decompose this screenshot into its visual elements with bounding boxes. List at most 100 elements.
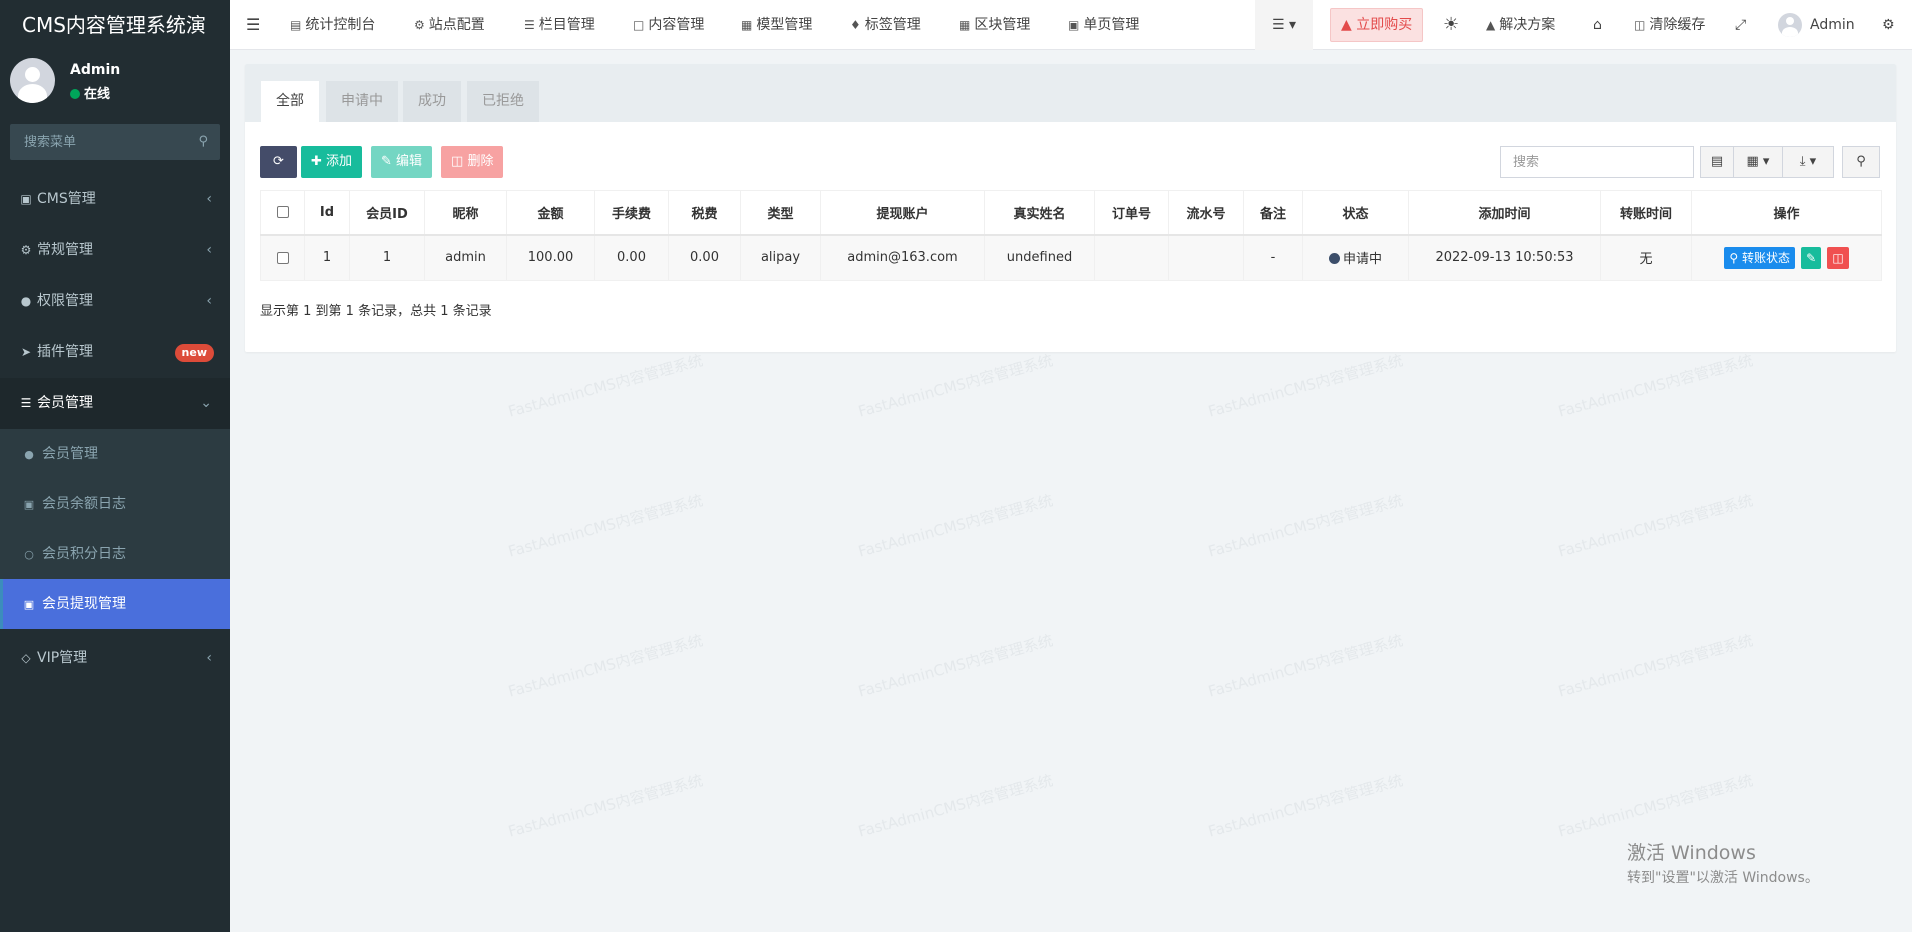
col-memo[interactable]: 备注 (1243, 190, 1303, 236)
col-nickname[interactable]: 昵称 (424, 190, 507, 236)
row-edit-button[interactable]: ✎ (1801, 246, 1822, 269)
cell-member-id[interactable]: 1 (349, 234, 425, 281)
cogs-icon: ⚙ (414, 18, 425, 32)
users-icon: ● (20, 294, 32, 308)
col-transfer-time[interactable]: 转账时间 (1600, 190, 1692, 236)
col-fee[interactable]: 手续费 (594, 190, 669, 236)
sidebar-sub-member-list[interactable]: ● 会员管理 (0, 429, 230, 479)
user-status: 在线 (70, 83, 110, 102)
filter-tabs: 全部 申请中 成功 已拒绝 (245, 64, 1896, 122)
tab-pending[interactable]: 申请中 (326, 81, 398, 122)
file-icon: ▣ (1068, 18, 1080, 32)
sidebar-item-addons[interactable]: ➤ 插件管理 new (0, 327, 230, 378)
plus-icon: ✚ (311, 154, 322, 169)
cell-account[interactable]: admin@163.com (820, 234, 985, 281)
cogs-icon: ⚙ (20, 243, 32, 257)
list-icon: ☰ (20, 396, 32, 410)
columns-dropdown-icon[interactable]: ▦ ▾ (1733, 146, 1783, 178)
watermark: FastAdminCMS内容管理系统 (856, 771, 1055, 841)
avatar (10, 58, 55, 103)
user-name: Admin (70, 62, 121, 78)
sidebar-item-general[interactable]: ⚙ 常规管理 ‹ (0, 225, 230, 276)
delete-button[interactable]: ◫ 删除 (441, 146, 504, 178)
settings-icon[interactable]: ⚙ (1882, 0, 1895, 50)
nav-page[interactable]: ▣ 单页管理 (1068, 0, 1139, 50)
col-id[interactable]: Id (304, 190, 350, 236)
home-icon[interactable]: ⌂ (1593, 0, 1602, 50)
cell-amount[interactable]: 100.00 (506, 234, 595, 281)
edit-button[interactable]: ✎ 编辑 (371, 146, 433, 178)
search-icon: ⚲ (1729, 250, 1739, 265)
nav-tags[interactable]: ♦ 标签管理 (850, 0, 921, 50)
refresh-button[interactable]: ⟳ (260, 146, 297, 178)
fullscreen-icon[interactable]: ⤢ (1735, 0, 1746, 50)
theme-toggle-icon[interactable]: ☀ (1443, 0, 1459, 50)
sidebar-sub-score-log[interactable]: ○ 会员积分日志 (0, 529, 230, 579)
sidebar-item-vip[interactable]: ◇ VIP管理 ‹ (0, 633, 230, 684)
col-real-name[interactable]: 真实姓名 (984, 190, 1095, 236)
watermark: FastAdminCMS内容管理系统 (506, 771, 705, 841)
cell-serial-no (1168, 234, 1244, 281)
select-all-checkbox[interactable] (276, 206, 289, 219)
sidebar-sub-withdraw[interactable]: ▣ 会员提现管理 (0, 579, 230, 629)
search-icon[interactable]: ⚲ (1842, 146, 1880, 178)
search-icon[interactable]: ⚲ (198, 134, 208, 149)
add-button[interactable]: ✚ 添加 (301, 146, 363, 178)
col-type[interactable]: 类型 (740, 190, 821, 236)
col-order-no[interactable]: 订单号 (1094, 190, 1169, 236)
nav-content[interactable]: □ 内容管理 (633, 0, 704, 50)
nav-solutions[interactable]: ▲ 解决方案 (1486, 0, 1555, 50)
watermark: FastAdminCMS内容管理系统 (506, 631, 705, 701)
tab-rejected[interactable]: 已拒绝 (467, 81, 539, 122)
menu-search-input[interactable] (10, 124, 220, 160)
watermark: FastAdminCMS内容管理系统 (506, 491, 705, 561)
export-dropdown-icon[interactable]: ⤓ ▾ (1782, 146, 1834, 178)
sidebar-toggle-icon[interactable]: ☰ (246, 0, 260, 50)
more-menu-icon[interactable]: ☰ ▾ (1255, 0, 1313, 50)
col-account[interactable]: 提现账户 (820, 190, 985, 236)
nav-channel[interactable]: ☰ 栏目管理 (524, 0, 595, 50)
sidebar-item-auth[interactable]: ● 权限管理 ‹ (0, 276, 230, 327)
sidebar-item-members[interactable]: ☰ 会员管理 ⌄ (0, 378, 230, 429)
cell-fee[interactable]: 0.00 (594, 234, 669, 281)
admin-menu[interactable]: Admin (1778, 0, 1855, 50)
col-tax[interactable]: 税费 (668, 190, 741, 236)
trash-icon: ◫ (1634, 18, 1646, 32)
list-icon: ☰ (524, 18, 535, 32)
members-submenu: ● 会员管理 ▣ 会员余额日志 ○ 会员积分日志 ▣ 会员提现管理 (0, 429, 230, 629)
col-status[interactable]: 状态 (1302, 190, 1409, 236)
col-serial-no[interactable]: 流水号 (1168, 190, 1244, 236)
table-search-input[interactable] (1501, 147, 1693, 177)
nav-site-config[interactable]: ⚙ 站点配置 (414, 0, 485, 50)
row-delete-button[interactable]: ◫ (1827, 246, 1849, 269)
nav-block[interactable]: ▦ 区块管理 (959, 0, 1030, 50)
toggle-view-icon[interactable]: ▤ (1700, 146, 1734, 178)
new-badge: new (174, 344, 214, 362)
watermark: FastAdminCMS内容管理系统 (856, 351, 1055, 421)
col-amount[interactable]: 金额 (506, 190, 595, 236)
cell-real-name[interactable]: undefined (984, 234, 1095, 281)
chevron-down-icon: ⌄ (200, 395, 212, 411)
transfer-status-button[interactable]: ⚲ 转账状态 (1724, 246, 1795, 269)
row-checkbox[interactable] (276, 251, 289, 264)
col-member-id[interactable]: 会员ID (349, 190, 425, 236)
cell-status[interactable]: 申请中 (1302, 234, 1409, 281)
diamond-icon: ◇ (21, 651, 31, 665)
col-added[interactable]: 添加时间 (1408, 190, 1601, 236)
nav-dashboard[interactable]: ▤ 统计控制台 (290, 0, 375, 50)
tab-all[interactable]: 全部 (261, 81, 319, 122)
nav-clear-cache[interactable]: ◫ 清除缓存 (1634, 0, 1705, 50)
cell-tax[interactable]: 0.00 (668, 234, 741, 281)
buy-now-button[interactable]: ▲ 立即购买 (1330, 8, 1424, 42)
activation-subtitle: 转到"设置"以激活 Windows。 (1627, 870, 1819, 886)
sidebar-sub-balance-log[interactable]: ▣ 会员余额日志 (0, 479, 230, 529)
app-logo[interactable]: CMS内容管理系统演 (0, 0, 230, 50)
nav-model[interactable]: ▦ 模型管理 (741, 0, 812, 50)
cell-added: 2022-09-13 10:50:53 (1408, 234, 1601, 281)
tab-success[interactable]: 成功 (403, 81, 461, 122)
watermark: FastAdminCMS内容管理系统 (506, 351, 705, 421)
sidebar-item-cms[interactable]: ▣ CMS管理 ‹ (0, 174, 230, 225)
table-row[interactable]: 1 1 admin 100.00 0.00 0.00 alipay admin@… (260, 234, 1882, 281)
cell-memo: - (1243, 234, 1303, 281)
cell-type: alipay (740, 234, 821, 281)
